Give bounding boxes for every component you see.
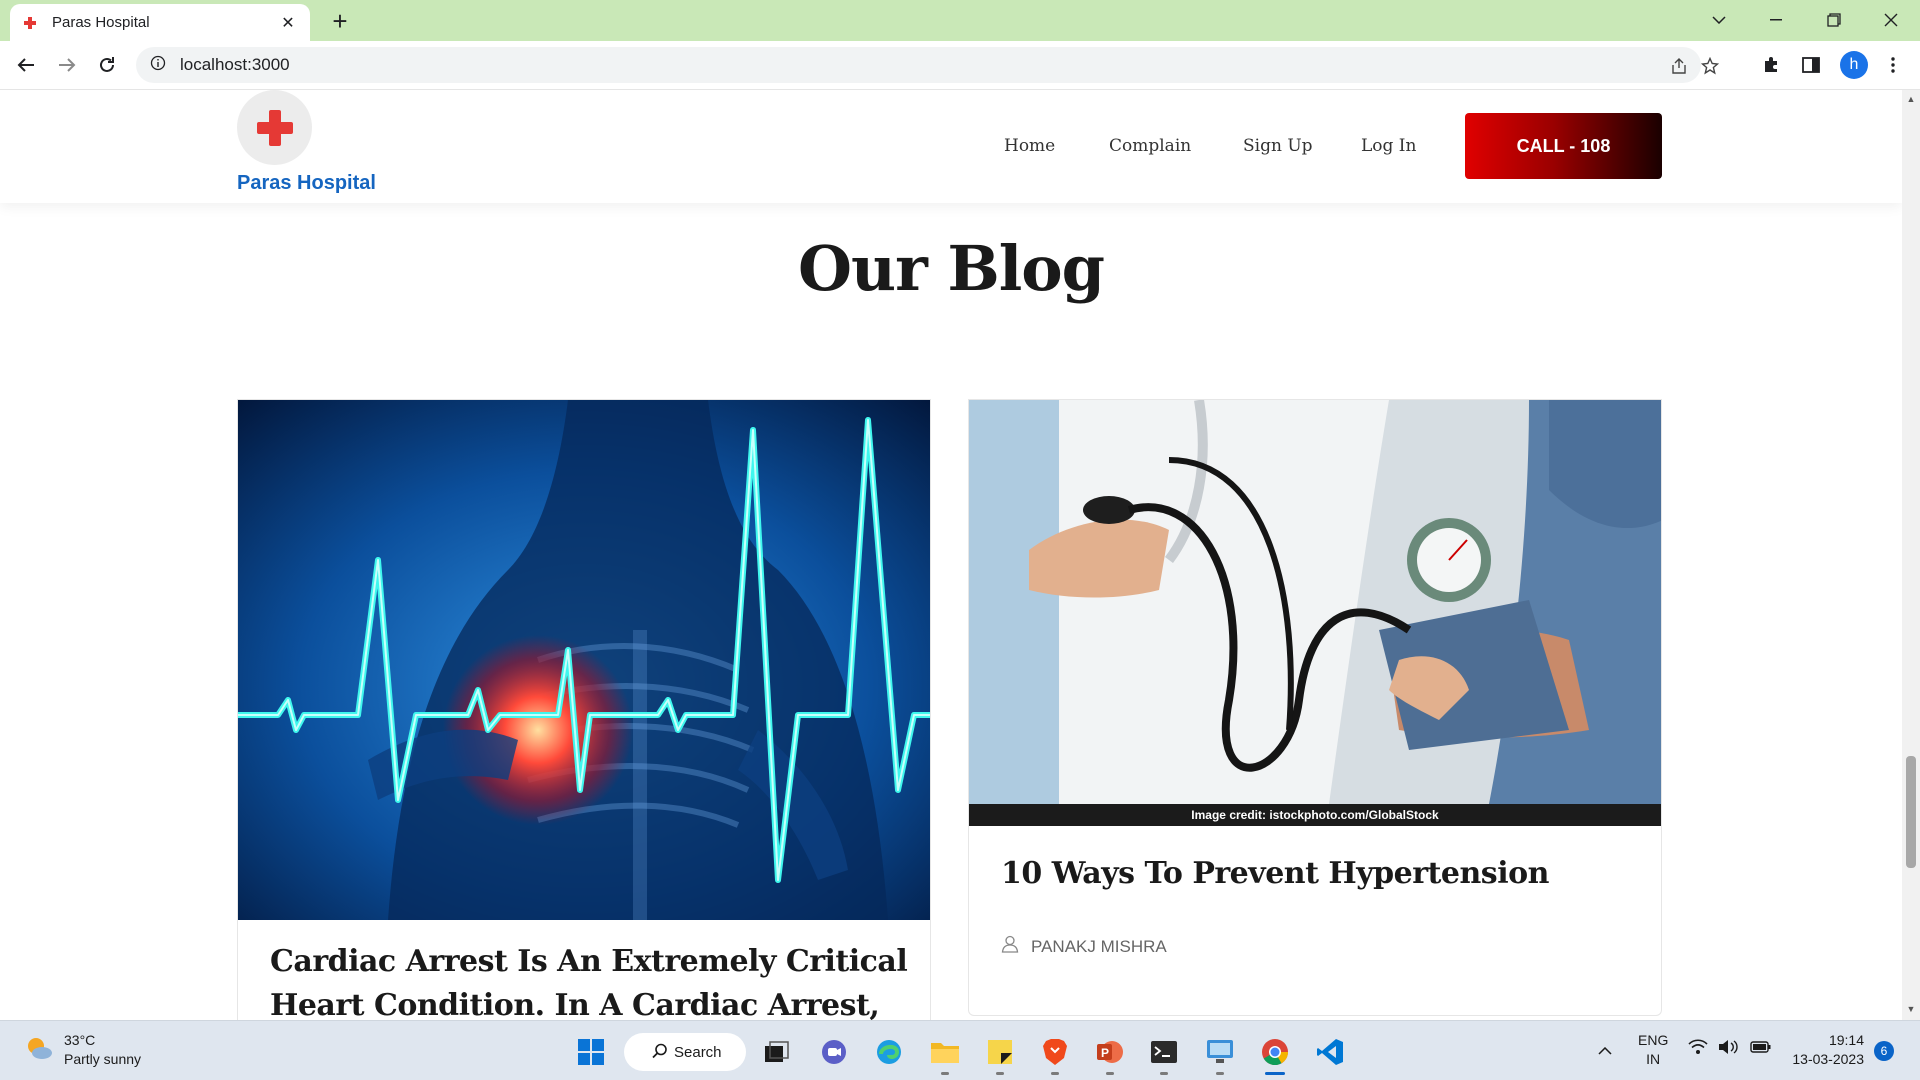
weather-description: Partly sunny xyxy=(64,1051,142,1067)
chrome-icon[interactable] xyxy=(1256,1033,1294,1075)
clock[interactable]: 19:14 13-03-2023 xyxy=(1788,1031,1864,1069)
close-tab-icon[interactable]: ✕ xyxy=(278,13,298,33)
active-app-indicator xyxy=(1265,1072,1285,1075)
blog-card[interactable]: Image credit: istockphoto.com/GlobalStoc… xyxy=(968,399,1662,1016)
powerpoint-icon[interactable]: P xyxy=(1091,1033,1129,1075)
side-panel-icon[interactable] xyxy=(1796,50,1826,80)
search-label: Search xyxy=(674,1043,722,1061)
extensions-puzzle-icon[interactable] xyxy=(1756,50,1786,80)
sticky-notes-icon[interactable] xyxy=(981,1033,1019,1075)
nav-complain[interactable]: Complain xyxy=(1109,136,1191,156)
logo-name[interactable]: Paras Hospital xyxy=(237,172,376,195)
browser-tab-strip: Paras Hospital ✕ + xyxy=(0,0,1920,41)
nav-sign-up[interactable]: Sign Up xyxy=(1243,136,1313,156)
weather-widget[interactable]: 33°C Partly sunny xyxy=(24,1031,141,1069)
reload-icon[interactable] xyxy=(91,49,123,81)
terminal-icon[interactable] xyxy=(1145,1033,1183,1075)
running-indicator xyxy=(996,1072,1004,1075)
scroll-down-arrow-icon[interactable]: ▼ xyxy=(1906,1004,1916,1014)
nav-home[interactable]: Home xyxy=(1004,136,1055,156)
browser-tab[interactable]: Paras Hospital ✕ xyxy=(10,4,310,41)
task-view-icon[interactable] xyxy=(758,1033,796,1071)
red-cross-icon xyxy=(256,109,293,146)
hospital-logo[interactable] xyxy=(237,90,312,165)
weather-temperature: 33°C xyxy=(64,1032,96,1048)
tab-search-chevron-icon[interactable] xyxy=(1690,0,1748,40)
scroll-up-arrow-icon[interactable]: ▲ xyxy=(1906,94,1916,104)
call-108-button[interactable]: CALL - 108 xyxy=(1465,113,1662,179)
blog-post-title[interactable]: Cardiac Arrest Is An Extremely Critical … xyxy=(270,940,910,1020)
restore-button[interactable] xyxy=(1805,0,1863,40)
close-window-button[interactable] xyxy=(1862,0,1920,40)
volume-icon[interactable] xyxy=(1718,1039,1740,1060)
windows-start-icon[interactable] xyxy=(572,1033,610,1071)
site-info-icon[interactable] xyxy=(150,55,166,76)
bookmark-star-icon[interactable] xyxy=(1700,56,1720,76)
hospital-cross-favicon-icon xyxy=(22,15,38,31)
wifi-icon[interactable] xyxy=(1688,1039,1708,1060)
author-name: PANAKJ MISHRA xyxy=(1031,936,1167,956)
blood-pressure-measurement-photo: Image credit: istockphoto.com/GlobalStoc… xyxy=(969,400,1661,826)
blog-card[interactable]: Cardiac Arrest Is An Extremely Critical … xyxy=(237,399,931,1020)
vscode-icon[interactable] xyxy=(1311,1033,1349,1071)
user-icon xyxy=(1001,935,1019,958)
battery-icon[interactable] xyxy=(1750,1039,1772,1060)
partly-sunny-icon xyxy=(24,1033,54,1068)
back-arrow-icon[interactable] xyxy=(10,49,42,81)
browser-menu-kebab-icon[interactable] xyxy=(1878,50,1908,80)
clock-date: 13-03-2023 xyxy=(1792,1051,1864,1067)
region-code: IN xyxy=(1646,1051,1661,1067)
running-indicator xyxy=(1216,1072,1224,1075)
post-author: PANAKJ MISHRA xyxy=(1001,935,1167,958)
show-hidden-icons-chevron-icon[interactable] xyxy=(1598,1041,1612,1060)
page-viewport: Paras Hospital Home Complain Sign Up Log… xyxy=(0,90,1920,1020)
svg-text:P: P xyxy=(1101,1046,1109,1060)
brave-browser-icon[interactable] xyxy=(1036,1033,1074,1075)
image-credit: Image credit: istockphoto.com/GlobalStoc… xyxy=(969,804,1661,826)
address-omnibox[interactable]: localhost:3000 xyxy=(136,47,1719,83)
language-code: ENG xyxy=(1638,1032,1669,1048)
windows-taskbar: 33°C Partly sunny Search P ENG IN 19:14 … xyxy=(0,1020,1920,1080)
running-indicator xyxy=(1160,1072,1168,1075)
remote-desktop-icon[interactable] xyxy=(1201,1033,1239,1075)
blog-post-title[interactable]: 10 Ways To Prevent Hypertension xyxy=(1001,852,1641,896)
page-scrollbar[interactable]: ▲ ▼ xyxy=(1902,90,1920,1020)
file-explorer-icon[interactable] xyxy=(926,1033,964,1075)
forward-arrow-icon[interactable] xyxy=(51,49,83,81)
edge-browser-icon[interactable] xyxy=(870,1033,908,1071)
profile-avatar[interactable]: h xyxy=(1840,51,1868,79)
language-indicator[interactable]: ENG IN xyxy=(1638,1031,1668,1069)
nav-log-in[interactable]: Log In xyxy=(1361,136,1416,156)
new-tab-button[interactable]: + xyxy=(325,6,355,36)
section-title: Our Blog xyxy=(798,232,1105,305)
tab-title: Paras Hospital xyxy=(52,14,150,31)
minimize-button[interactable] xyxy=(1747,0,1805,40)
url-text[interactable]: localhost:3000 xyxy=(180,55,290,75)
running-indicator xyxy=(941,1072,949,1075)
search-icon xyxy=(652,1043,668,1063)
clock-time: 19:14 xyxy=(1828,1032,1864,1048)
teams-chat-icon[interactable] xyxy=(815,1033,853,1071)
scroll-thumb[interactable] xyxy=(1906,756,1916,868)
site-header: Paras Hospital Home Complain Sign Up Log… xyxy=(0,90,1902,203)
heart-ecg-illustration xyxy=(238,400,930,920)
running-indicator xyxy=(1106,1072,1114,1075)
notification-count-badge[interactable]: 6 xyxy=(1874,1041,1894,1061)
browser-toolbar: localhost:3000 h xyxy=(0,41,1920,90)
share-icon[interactable] xyxy=(1669,56,1689,76)
running-indicator xyxy=(1051,1072,1059,1075)
taskbar-search[interactable]: Search xyxy=(624,1033,746,1071)
